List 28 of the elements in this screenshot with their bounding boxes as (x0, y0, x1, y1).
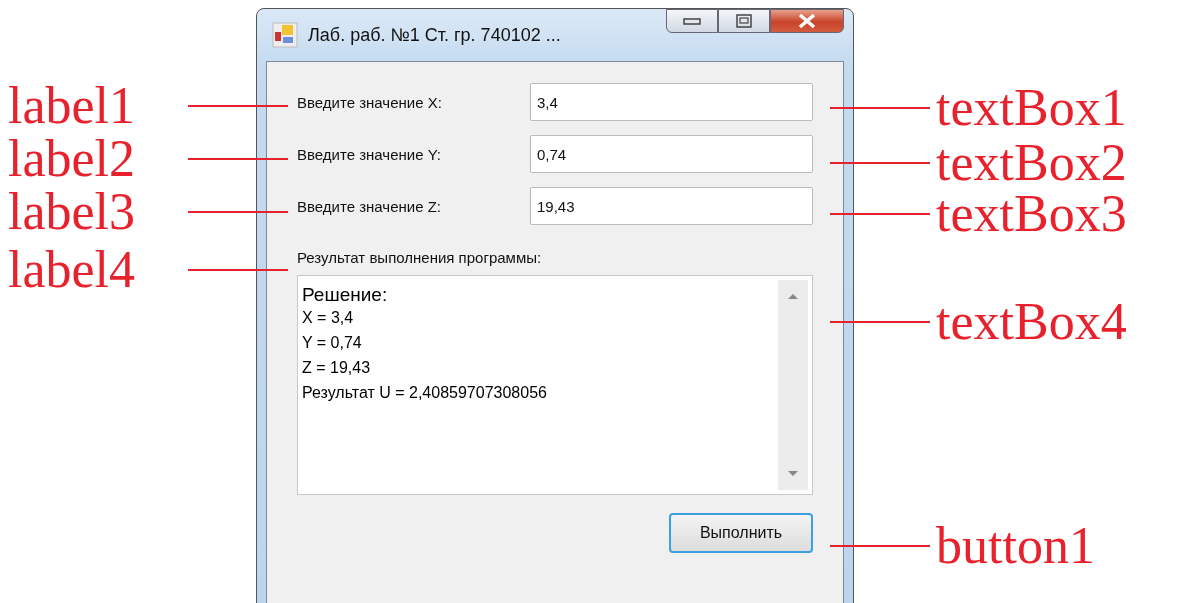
run-button[interactable]: Выполнить (669, 513, 813, 553)
app-icon (272, 22, 298, 48)
output-line: Результат U = 2,40859707308056 (302, 383, 548, 403)
output-line: Z = 19,43 (302, 358, 372, 378)
input-field[interactable]: 19,43 (530, 187, 813, 225)
field-label: Введите значение Y: (297, 145, 441, 163)
callout-label: button1 (936, 516, 1095, 576)
scrollbar[interactable] (778, 280, 808, 490)
scroll-down-icon[interactable] (787, 470, 799, 478)
close-icon (796, 13, 818, 29)
output-line: X = 3,4 (302, 308, 355, 328)
callout-label: textBox4 (936, 292, 1127, 352)
window-title: Лаб. раб. №1 Ст. гр. 740102 ... (308, 24, 562, 46)
input-field[interactable]: 3,4 (530, 83, 813, 121)
output-heading: Решение: (302, 284, 389, 305)
result-label: Результат выполнения программы: (297, 249, 543, 266)
field-label: Введите значение Z: (297, 197, 441, 215)
minimize-button[interactable] (666, 9, 718, 33)
maximize-button[interactable] (718, 9, 770, 33)
maximize-icon (734, 13, 754, 29)
input-field[interactable]: 0,74 (530, 135, 813, 173)
close-button[interactable] (770, 9, 844, 33)
output-box[interactable]: Решение: X = 3,4 Y = 0,74 Z = 19,43 Результат U = 2,40859707308056 (297, 275, 813, 495)
scroll-up-icon[interactable] (787, 292, 799, 300)
field-label: Введите значение X: (297, 93, 442, 111)
callout-label: label4 (8, 240, 137, 300)
output-line: Y = 0,74 (302, 333, 363, 353)
minimize-icon (682, 16, 702, 26)
